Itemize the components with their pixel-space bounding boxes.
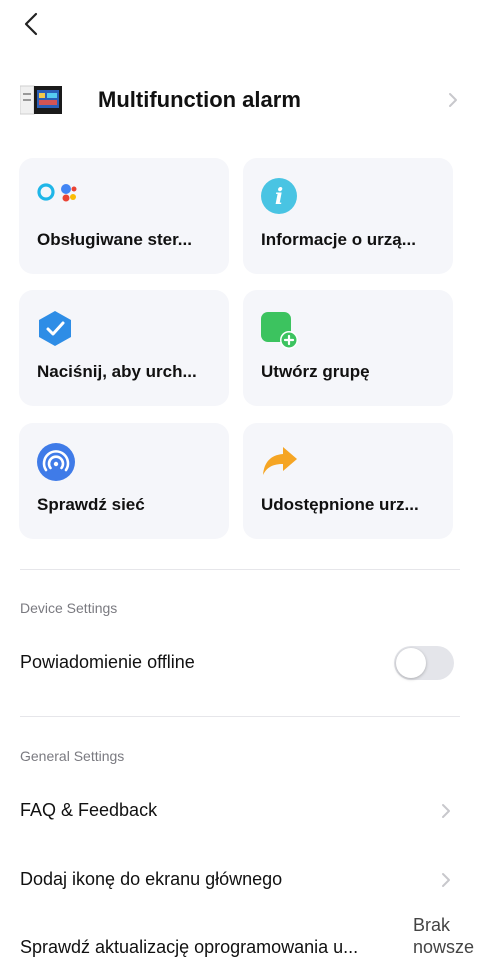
card-label: Sprawdź sieć [37,495,145,514]
create-group-icon [261,312,298,349]
tap-to-run-icon [39,311,71,346]
card-label: Informacje o urzą... [261,230,416,249]
offline-notification-label: Powiadomienie offline [20,652,195,672]
section-title-general-settings: General Settings [20,748,125,764]
card-label: Utwórz grupę [261,362,370,381]
firmware-update-item[interactable]: Sprawdź aktualizację oprogramowania u... [20,937,358,958]
card-label: Naciśnij, aby urch... [37,362,197,381]
divider [20,569,460,570]
device-header[interactable]: Multifunction alarm [19,80,460,120]
share-icon [263,447,297,475]
add-home-screen-icon-item[interactable]: Dodaj ikonę do ekranu głównego [20,869,282,890]
card-network-check[interactable]: Sprawdź sieć [19,423,229,539]
card-label: Udostępnione urz... [261,495,419,514]
faq-feedback-item[interactable]: FAQ & Feedback [20,800,157,821]
chevron-right-icon [449,93,457,107]
voice-assistants-icon [37,183,77,202]
card-device-info[interactable]: i Informacje o urzą... [243,158,453,274]
card-label: Obsługiwane ster... [37,230,192,249]
firmware-status-line2: nowsze [413,937,475,957]
chevron-right-icon [442,873,450,887]
divider [20,716,460,717]
network-check-icon [37,443,75,481]
svg-text:i: i [275,184,283,210]
chevron-right-icon [442,804,450,818]
toggle-knob [396,648,426,678]
section-title-device-settings: Device Settings [20,600,118,616]
card-tap-to-run[interactable]: Naciśnij, aby urch... [19,290,229,406]
card-create-group[interactable]: Utwórz grupę [243,290,453,406]
card-shared-devices[interactable]: Udostępnione urz... [243,423,453,539]
card-supported-assistants[interactable]: Obsługiwane ster... [19,158,229,274]
device-thumbnail [19,83,62,117]
device-name: Multifunction alarm [98,87,301,112]
back-button[interactable] [18,10,46,38]
offline-notification-toggle[interactable] [394,646,454,680]
firmware-status-value: Brak nowsze [413,914,474,958]
info-icon: i [261,178,297,214]
firmware-status-line1: Brak [413,915,451,935]
